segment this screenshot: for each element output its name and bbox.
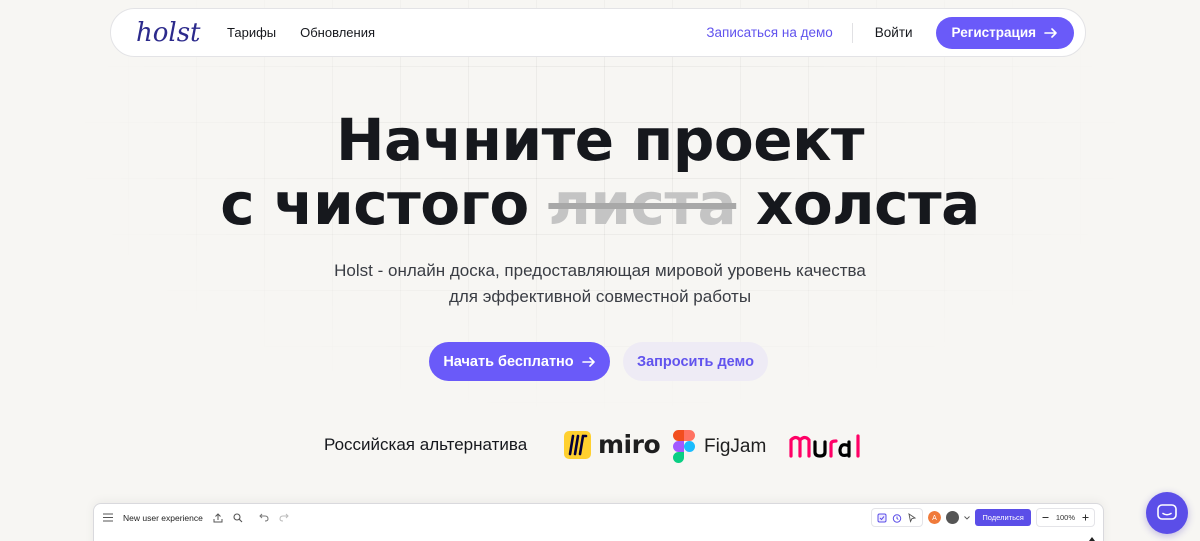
figjam-logo: FigJam xyxy=(673,430,766,463)
book-demo-link[interactable]: Записаться на демо xyxy=(706,25,832,40)
app-toolbar: New user experience А Поделиться 100% xyxy=(94,504,1103,541)
avatar-photo[interactable] xyxy=(946,511,960,524)
nav-link-updates[interactable]: Обновления xyxy=(300,25,375,40)
nav-divider xyxy=(851,22,853,43)
miro-logo-mark xyxy=(564,430,591,459)
request-demo-button[interactable]: Запросить демо xyxy=(623,342,768,381)
chat-widget-button[interactable] xyxy=(1146,492,1188,534)
register-button[interactable]: Регистрация xyxy=(935,16,1074,49)
minus-icon[interactable] xyxy=(1042,514,1049,521)
hero-title-line2: с чистого листа холста xyxy=(0,175,1200,233)
mural-logo-mark xyxy=(789,434,860,458)
miro-logo: miro xyxy=(564,430,661,459)
holst-logo[interactable]: holst xyxy=(135,18,205,48)
chat-icon xyxy=(1157,504,1177,520)
cursor-icon[interactable] xyxy=(907,512,917,523)
logo-text: holst xyxy=(136,18,201,48)
share-button[interactable]: Поделиться xyxy=(975,509,1031,526)
alternative-label: Российская альтернатива xyxy=(324,435,528,454)
figjam-logo-mark xyxy=(673,430,695,463)
search-icon[interactable] xyxy=(233,512,243,523)
arrow-right-icon xyxy=(1044,27,1057,38)
login-link[interactable]: Войти xyxy=(875,25,913,40)
hero-subtitle-line2: для эффективной совместной работы xyxy=(448,287,752,306)
app-preview-window: New user experience А Поделиться 100% xyxy=(93,503,1104,541)
arrow-right-icon xyxy=(581,356,595,367)
hero-title-prefix: с чистого xyxy=(220,170,529,238)
toolbar-left: New user experience xyxy=(103,513,289,523)
plus-icon[interactable] xyxy=(1082,514,1089,521)
hero-title-line1: Начните проект xyxy=(335,106,865,174)
svg-text:А: А xyxy=(933,515,938,522)
hero-title-struck-word: листа xyxy=(548,170,737,238)
zoom-level: 100% xyxy=(1055,513,1075,522)
board-title[interactable]: New user experience xyxy=(123,513,203,523)
toolbar-tools xyxy=(871,508,924,527)
avatar[interactable]: А xyxy=(928,511,942,524)
mural-logo: mural xyxy=(789,432,867,460)
timer-icon[interactable] xyxy=(892,513,902,523)
start-free-label: Начать бесплатно xyxy=(443,353,574,370)
nav-link-pricing[interactable]: Тарифы xyxy=(227,25,276,40)
redo-icon[interactable] xyxy=(279,513,289,522)
landing-page: holst Тарифы Обновления Записаться на де… xyxy=(0,0,1200,541)
toolbar-right: А Поделиться 100% xyxy=(871,508,1095,527)
menu-icon[interactable] xyxy=(103,513,113,522)
register-button-label: Регистрация xyxy=(951,25,1036,40)
top-navbar: holst Тарифы Обновления Записаться на де… xyxy=(110,8,1086,57)
figjam-text: FigJam xyxy=(704,435,767,457)
hero-subtitle-line1: Holst - онлайн доска, предоставляющая ми… xyxy=(334,261,866,280)
checkbox-icon[interactable] xyxy=(877,513,887,523)
zoom-control: 100% xyxy=(1035,508,1095,527)
upload-icon[interactable] xyxy=(213,512,223,523)
scroll-up-icon[interactable] xyxy=(1088,535,1096,541)
miro-text: miro xyxy=(598,430,661,459)
chevron-down-icon[interactable] xyxy=(964,515,971,520)
undo-icon[interactable] xyxy=(259,513,269,522)
start-free-button[interactable]: Начать бесплатно xyxy=(429,342,610,381)
hero-title-suffix: холста xyxy=(755,170,980,238)
